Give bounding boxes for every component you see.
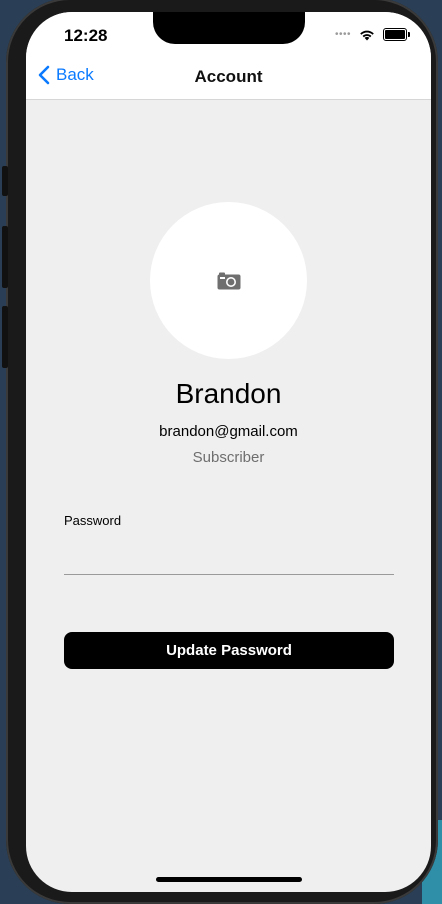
volume-up-button (2, 226, 8, 288)
wifi-icon (360, 30, 374, 40)
profile-email: brandon@gmail.com (159, 423, 298, 440)
navigation-bar: 12:28 •••• Back Account (26, 12, 431, 100)
home-indicator (156, 877, 302, 882)
page-title: Account (194, 67, 263, 86)
mute-switch (2, 166, 8, 196)
avatar-photo-picker[interactable] (150, 202, 307, 359)
volume-down-button (2, 306, 8, 368)
notch (153, 12, 305, 44)
password-field[interactable] (64, 536, 394, 575)
profile-role: Subscriber (192, 449, 265, 466)
profile-name: Brandon (175, 378, 282, 409)
status-time: 12:28 (64, 26, 108, 45)
status-icons: •••• (334, 28, 410, 41)
signal-dots-icon: •••• (334, 29, 351, 40)
app-screen: 12:28 •••• Back Account Brandon brandon@… (26, 12, 431, 892)
battery-icon (383, 28, 410, 41)
camera-icon (217, 272, 240, 289)
password-label: Password (64, 513, 122, 528)
update-password-button[interactable]: Update Password (64, 632, 394, 669)
